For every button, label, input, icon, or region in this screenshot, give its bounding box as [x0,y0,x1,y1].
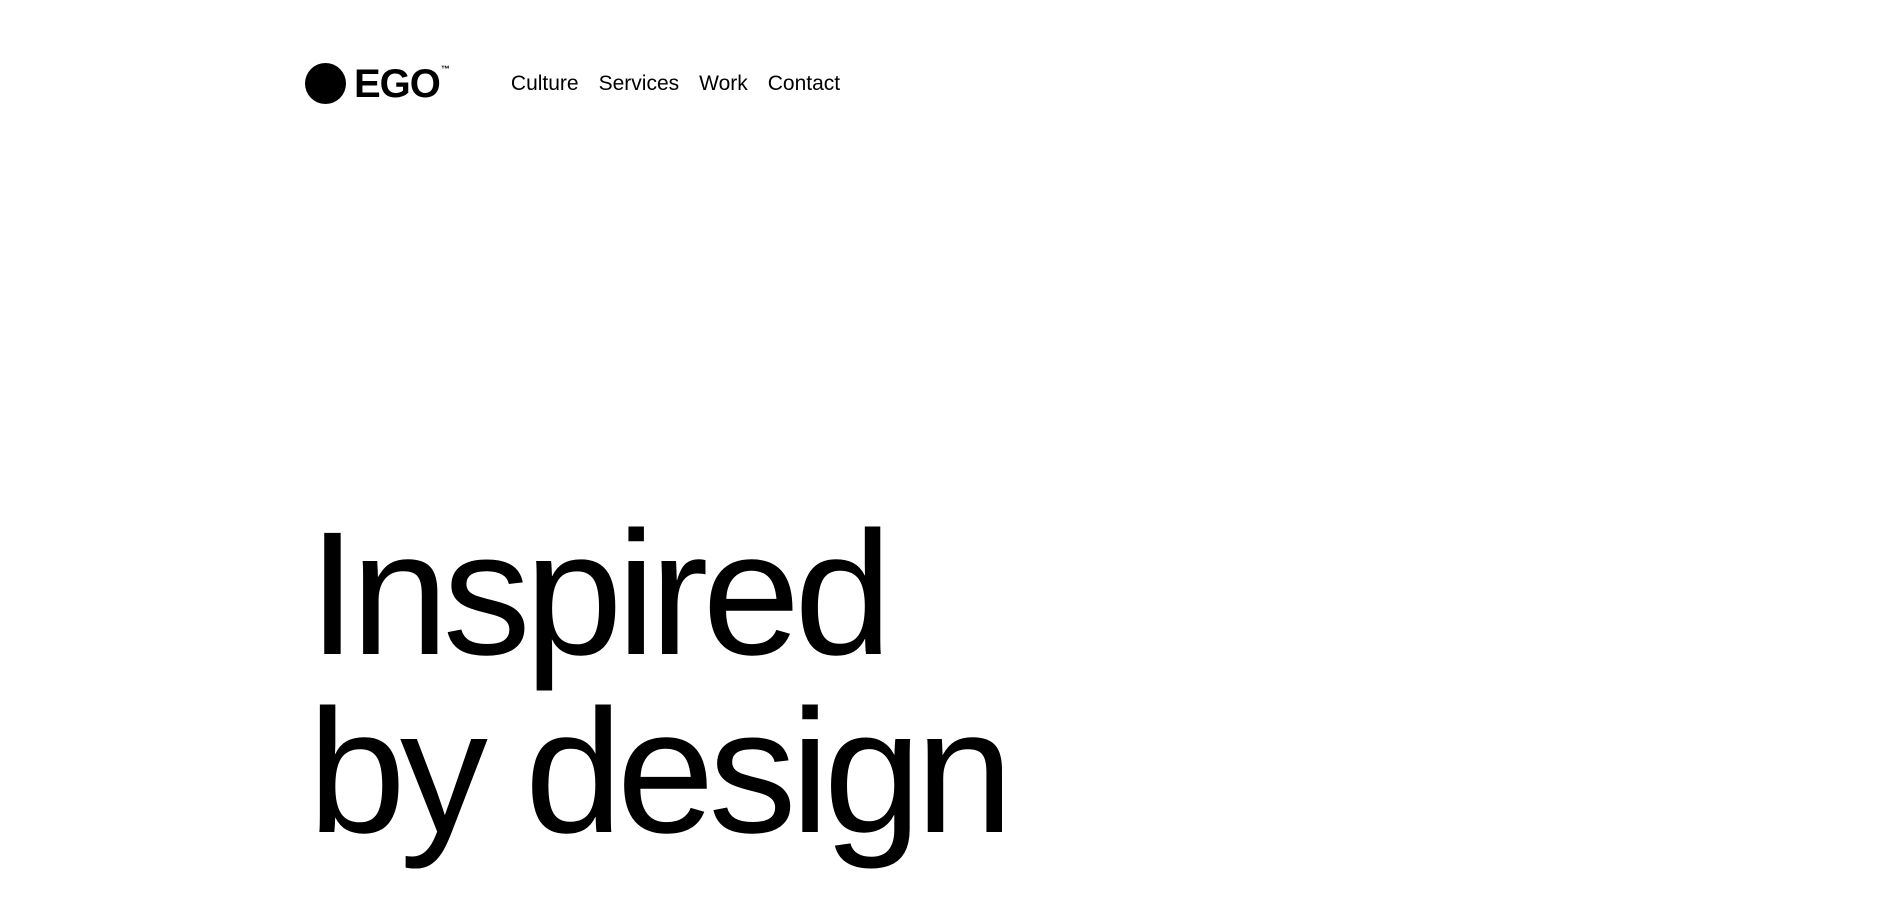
hero-heading: Inspired by design [308,496,1013,870]
nav-link-services[interactable]: Services [599,73,680,94]
nav-link-contact[interactable]: Contact [768,73,840,94]
main-nav: Culture Services Work Contact [511,73,840,94]
logo-wordmark: EGO [354,62,441,106]
site-header: EGO ™ Culture Services Work Contact [305,60,840,106]
hero-line-2: by design [308,674,1013,870]
logo-circle-icon [305,62,346,104]
nav-link-work[interactable]: Work [699,73,748,94]
nav-link-culture[interactable]: Culture [511,73,579,94]
hero-line-1: Inspired [308,496,892,692]
logo-link[interactable]: EGO ™ [305,62,450,106]
trademark-symbol: ™ [440,64,450,74]
